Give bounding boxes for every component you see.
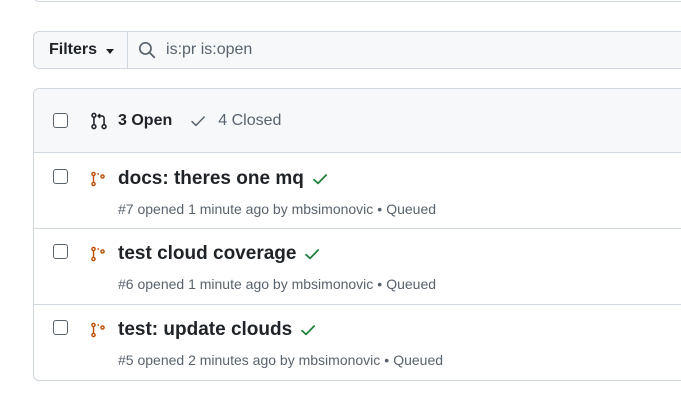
closed-filter-tab[interactable]: 4 Closed xyxy=(190,112,281,130)
previous-panel-edge xyxy=(33,0,681,2)
pr-title-link[interactable]: docs: theres one mq xyxy=(118,168,328,190)
pr-status: Queued xyxy=(386,201,437,217)
check-icon[interactable] xyxy=(304,246,320,262)
pr-title-link[interactable]: test cloud coverage xyxy=(118,243,320,265)
pr-checkbox[interactable] xyxy=(53,320,68,335)
select-all-checkbox[interactable] xyxy=(53,113,68,128)
open-count: 3 Open xyxy=(118,111,173,129)
git-pull-request-draft-icon xyxy=(91,171,105,187)
pr-meta: #6 opened 1 minute ago by mbsimonovic • Qu… xyxy=(118,276,436,292)
pr-author-link[interactable]: mbsimonovic xyxy=(299,352,381,368)
search-icon xyxy=(138,41,156,59)
pr-row-6: test cloud coverage #6 opened 1 minute a… xyxy=(34,229,681,305)
closed-count: 4 Closed xyxy=(218,111,282,129)
filter-bar: Filters xyxy=(33,31,681,69)
pr-checkbox[interactable] xyxy=(53,169,68,184)
pr-title-link[interactable]: test: update clouds xyxy=(118,319,316,341)
search-input[interactable] xyxy=(166,41,567,59)
pr-row-5: test: update clouds #5 opened 2 minutes … xyxy=(34,305,681,380)
pr-opened: opened 2 minutes ago by xyxy=(137,352,295,368)
pr-row-7: docs: theres one mq #7 opened 1 minute a… xyxy=(34,153,681,229)
pr-number: #5 xyxy=(118,352,134,368)
filters-button[interactable]: Filters xyxy=(33,31,129,69)
pr-author-link[interactable]: mbsimonovic xyxy=(292,201,374,217)
separator-dot: • xyxy=(384,352,390,368)
search-box[interactable] xyxy=(128,31,681,69)
pr-meta: #7 opened 1 minute ago by mbsimonovic • Qu… xyxy=(118,201,436,217)
pr-status: Queued xyxy=(386,276,437,292)
pr-number: #6 xyxy=(118,276,134,292)
pr-author-link[interactable]: mbsimonovic xyxy=(292,276,374,292)
pr-status: Queued xyxy=(393,352,444,368)
pr-opened: opened 1 minute ago by xyxy=(137,201,288,217)
pr-title: test cloud coverage xyxy=(118,243,297,264)
check-icon[interactable] xyxy=(312,171,328,187)
separator-dot: • xyxy=(377,201,383,217)
pull-request-list: 3 Open 4 Closed docs: theres one mq #7 o… xyxy=(33,88,681,381)
open-filter-tab[interactable]: 3 Open xyxy=(90,112,172,130)
pr-meta: #5 opened 2 minutes ago by mbsimonovic • Q… xyxy=(118,352,443,368)
pr-opened: opened 1 minute ago by xyxy=(137,276,288,292)
pr-title: docs: theres one mq xyxy=(118,168,304,189)
separator-dot: • xyxy=(377,276,383,292)
filters-label: Filters xyxy=(49,41,98,58)
git-pull-request-draft-icon xyxy=(91,322,105,338)
pr-title: test: update clouds xyxy=(118,319,293,340)
pr-number: #7 xyxy=(118,201,134,217)
list-header: 3 Open 4 Closed xyxy=(34,89,681,153)
git-pull-request-icon xyxy=(91,112,107,129)
check-icon[interactable] xyxy=(300,322,316,338)
git-pull-request-draft-icon xyxy=(91,246,105,262)
check-icon xyxy=(191,115,206,126)
caret-down-icon xyxy=(106,48,115,54)
pr-checkbox[interactable] xyxy=(53,244,68,259)
